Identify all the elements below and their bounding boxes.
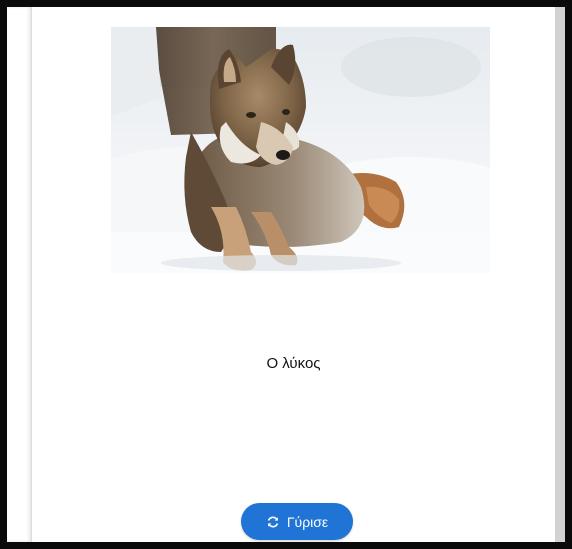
flip-button-label: Γύρισε xyxy=(286,513,329,530)
flip-button[interactable]: Γύρισε xyxy=(241,503,353,540)
card-caption: Ο λύκος xyxy=(266,355,321,372)
wolf-photo xyxy=(111,27,490,273)
app-window: Ο λύκος Γύρισε xyxy=(0,0,572,549)
flashcard[interactable]: Ο λύκος Γύρισε xyxy=(32,7,555,542)
sync-icon xyxy=(266,515,280,529)
left-page-edge xyxy=(7,7,32,542)
scrollbar-track[interactable] xyxy=(554,7,565,542)
